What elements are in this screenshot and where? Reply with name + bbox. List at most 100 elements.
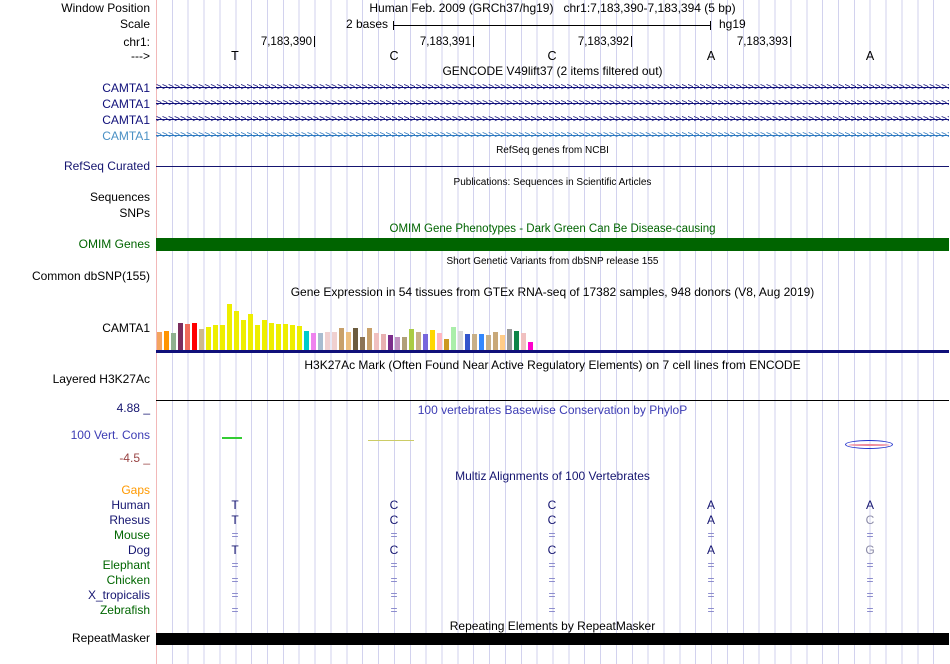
expression-bar[interactable] — [472, 334, 477, 350]
expression-bar[interactable] — [402, 337, 407, 350]
vert-cons-label[interactable]: 100 Vert. Cons — [0, 429, 150, 442]
expression-bar[interactable] — [437, 333, 442, 350]
expression-bar[interactable] — [290, 325, 295, 350]
alignment-cell: = — [544, 558, 560, 573]
expression-bar[interactable] — [185, 324, 190, 350]
gene-row[interactable]: >>>>>>>>>>>>>>>>>>>>>>>>>>>>>>>>>>>>>>>>… — [156, 114, 949, 125]
sequences-label[interactable]: Sequences — [0, 191, 150, 204]
expression-bar[interactable] — [220, 325, 225, 350]
expression-bar[interactable] — [381, 334, 386, 350]
species-label-mouse[interactable]: Mouse — [0, 528, 150, 543]
expression-bar[interactable] — [227, 304, 232, 350]
alignment-cell: = — [703, 558, 719, 573]
expression-bar[interactable] — [199, 329, 204, 350]
expression-bar[interactable] — [360, 337, 365, 350]
multiz-alignment-rows[interactable]: TCCAATCCAC=====TCCAG==================== — [156, 483, 949, 619]
alignment-cell: A — [703, 543, 719, 558]
expression-bar[interactable] — [458, 331, 463, 350]
expression-bar[interactable] — [528, 342, 533, 350]
expression-bar[interactable] — [171, 333, 176, 350]
expression-bar[interactable] — [213, 325, 218, 350]
expression-bar[interactable] — [262, 320, 267, 350]
expression-bar[interactable] — [178, 323, 183, 350]
repeatmasker-label[interactable]: RepeatMasker — [0, 632, 150, 645]
expression-bar[interactable] — [465, 334, 470, 350]
expression-bar[interactable] — [514, 331, 519, 350]
omim-gene-bar[interactable] — [156, 238, 949, 251]
expression-bar[interactable] — [367, 328, 372, 350]
expression-bar[interactable] — [241, 320, 246, 350]
gtex-gene-label[interactable]: CAMTA1 — [0, 322, 150, 335]
expression-bar[interactable] — [325, 332, 330, 350]
omim-genes-label[interactable]: OMIM Genes — [0, 238, 150, 251]
expression-bar[interactable] — [297, 326, 302, 350]
expression-bar[interactable] — [486, 335, 491, 350]
alignment-cell: = — [862, 588, 878, 603]
alignment-cell: = — [862, 528, 878, 543]
expression-bar[interactable] — [332, 332, 337, 350]
gene-label[interactable]: CAMTA1 — [0, 82, 150, 95]
species-label-x_tropicalis[interactable]: X_tropicalis — [0, 588, 150, 603]
gene-label[interactable]: CAMTA1 — [0, 130, 150, 143]
expression-bar[interactable] — [269, 323, 274, 350]
expression-bar[interactable] — [353, 328, 358, 350]
expression-bar[interactable] — [521, 333, 526, 350]
expression-bar[interactable] — [416, 332, 421, 350]
expression-bar[interactable] — [206, 327, 211, 350]
multiz-track-title: Multiz Alignments of 100 Vertebrates — [156, 470, 949, 483]
repeatmasker-bar[interactable] — [156, 633, 949, 645]
phylop-positive-mark — [222, 437, 242, 439]
expression-bar[interactable] — [500, 335, 505, 350]
expression-bar[interactable] — [157, 332, 162, 350]
expression-bar[interactable] — [409, 329, 414, 350]
species-label-gaps[interactable]: Gaps — [0, 483, 150, 498]
expression-bar[interactable] — [374, 333, 379, 350]
alignment-cell: T — [227, 513, 243, 528]
refseq-gene-line[interactable] — [156, 166, 949, 167]
expression-bar[interactable] — [311, 333, 316, 350]
expression-bar[interactable] — [255, 325, 260, 350]
omim-track-title: OMIM Gene Phenotypes - Dark Green Can Be… — [156, 223, 949, 236]
species-label-elephant[interactable]: Elephant — [0, 558, 150, 573]
species-label-rhesus[interactable]: Rhesus — [0, 513, 150, 528]
expression-bar[interactable] — [451, 327, 456, 350]
species-label-human[interactable]: Human — [0, 498, 150, 513]
expression-bar[interactable] — [493, 332, 498, 350]
expression-bar[interactable] — [339, 328, 344, 350]
phylop-track-title: 100 vertebrates Basewise Conservation by… — [156, 404, 949, 417]
gene-label[interactable]: CAMTA1 — [0, 114, 150, 127]
scale-ruler-right-tick — [710, 21, 711, 30]
expression-bar[interactable] — [430, 330, 435, 350]
expression-bar[interactable] — [507, 329, 512, 350]
expression-bar[interactable] — [304, 331, 309, 350]
species-label-dog[interactable]: Dog — [0, 543, 150, 558]
expression-bar[interactable] — [283, 324, 288, 350]
expression-bar[interactable] — [395, 337, 400, 350]
gene-row[interactable]: >>>>>>>>>>>>>>>>>>>>>>>>>>>>>>>>>>>>>>>>… — [156, 82, 949, 93]
expression-bar[interactable] — [479, 334, 484, 350]
snps-label[interactable]: SNPs — [0, 207, 150, 220]
expression-bar[interactable] — [346, 332, 351, 350]
expression-bar[interactable] — [444, 339, 449, 350]
layered-h3k27ac-label[interactable]: Layered H3K27Ac — [0, 373, 150, 386]
expression-bar[interactable] — [318, 333, 323, 350]
refseq-curated-label[interactable]: RefSeq Curated — [0, 160, 150, 173]
expression-bar[interactable] — [248, 314, 253, 350]
expression-bar[interactable] — [388, 335, 393, 350]
gene-row[interactable]: >>>>>>>>>>>>>>>>>>>>>>>>>>>>>>>>>>>>>>>>… — [156, 98, 949, 109]
gene-label[interactable]: CAMTA1 — [0, 98, 150, 111]
common-dbsnp-label[interactable]: Common dbSNP(155) — [0, 270, 150, 283]
species-label-chicken[interactable]: Chicken — [0, 573, 150, 588]
expression-bar[interactable] — [192, 323, 197, 350]
alignment-cell: = — [862, 558, 878, 573]
gene-row[interactable]: >>>>>>>>>>>>>>>>>>>>>>>>>>>>>>>>>>>>>>>>… — [156, 130, 949, 141]
expression-bar[interactable] — [423, 334, 428, 350]
alignment-cell: = — [386, 603, 402, 618]
species-label-zebrafish[interactable]: Zebrafish — [0, 603, 150, 618]
expression-bar[interactable] — [164, 331, 169, 350]
expression-bar[interactable] — [234, 311, 239, 350]
alignment-cell: C — [544, 498, 560, 513]
expression-bar[interactable] — [276, 324, 281, 350]
alignment-cell: = — [544, 573, 560, 588]
gtex-baseline — [156, 350, 949, 353]
